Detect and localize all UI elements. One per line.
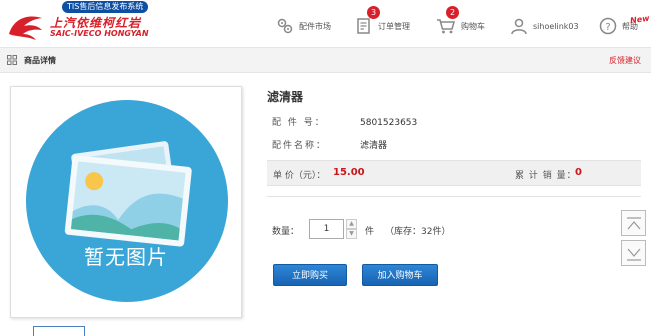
nav-user[interactable]: sihoelink03 bbox=[510, 14, 579, 38]
quantity-input[interactable] bbox=[309, 219, 344, 239]
nav-order-manage-label: 订单管理 bbox=[378, 21, 410, 31]
arrow-down-icon bbox=[627, 248, 641, 261]
order-count-badge: 3 bbox=[367, 6, 380, 19]
scroll-to-top-button[interactable] bbox=[621, 210, 646, 236]
hongyan-logo-icon bbox=[9, 16, 42, 40]
nav-cart[interactable]: 2 购物车 bbox=[436, 6, 485, 38]
sales-label: 累 计 销 量： bbox=[515, 171, 577, 181]
breadcrumb-bar: 商品详情 反馈建议 bbox=[0, 47, 651, 73]
product-image-panel[interactable]: 暂无图片 bbox=[10, 86, 242, 318]
scroll-to-bottom-button[interactable] bbox=[621, 240, 646, 266]
no-image-placeholder-icon bbox=[26, 100, 228, 302]
price-label: 单 价（元）： bbox=[273, 171, 326, 181]
gears-icon bbox=[277, 18, 293, 34]
feedback-link[interactable]: 反馈建议 bbox=[609, 55, 641, 66]
image-thumbnail[interactable] bbox=[33, 326, 85, 336]
part-number-label: 配 件 号： bbox=[272, 118, 326, 128]
order-icon bbox=[357, 18, 370, 34]
part-name-label: 配件名称： bbox=[272, 141, 328, 151]
help-icon: ? bbox=[599, 17, 617, 35]
quantity-increase-button[interactable]: ▲ bbox=[346, 219, 357, 229]
add-to-cart-button[interactable]: 加入购物车 bbox=[362, 264, 438, 286]
part-name-row: 配件名称： 滤清器 bbox=[272, 138, 387, 151]
part-name-value: 滤清器 bbox=[360, 141, 388, 151]
divider bbox=[267, 196, 641, 197]
user-icon bbox=[511, 18, 527, 35]
part-number-value: 5801523653 bbox=[360, 118, 418, 128]
nav-order-manage[interactable]: 3 订单管理 bbox=[355, 6, 410, 38]
no-image-text: 暂无图片 bbox=[84, 245, 168, 269]
sales-value: 0 bbox=[575, 167, 582, 178]
part-number-row: 配 件 号： 5801523653 bbox=[272, 115, 417, 128]
nav-parts-market[interactable]: 配件市场 bbox=[276, 14, 331, 38]
top-header: TIS售后信息发布系统 上汽依维柯红岩 SAIC-IVECO HONGYAN 配… bbox=[0, 0, 651, 47]
brand-logo[interactable]: TIS售后信息发布系统 上汽依维柯红岩 SAIC-IVECO HONGYAN bbox=[4, 0, 194, 47]
stock-info: （库存：32件） bbox=[385, 227, 451, 237]
quantity-decrease-button[interactable]: ▼ bbox=[346, 229, 357, 239]
price-bar: 单 价（元）： 15.00 累 计 销 量： 0 bbox=[267, 160, 641, 186]
nav-parts-market-label: 配件市场 bbox=[299, 21, 331, 31]
product-title: 滤清器 bbox=[267, 90, 304, 104]
brand-tagline: TIS售后信息发布系统 bbox=[62, 1, 149, 13]
new-flag: New bbox=[629, 13, 651, 26]
price-value: 15.00 bbox=[333, 167, 365, 178]
buy-now-button[interactable]: 立即购买 bbox=[273, 264, 347, 286]
arrow-up-icon bbox=[627, 217, 641, 230]
nav-cart-label: 购物车 bbox=[461, 21, 485, 31]
cart-icon bbox=[437, 19, 455, 34]
quantity-unit: 件 bbox=[365, 227, 375, 237]
grid-icon bbox=[7, 55, 17, 65]
svg-text:?: ? bbox=[605, 22, 610, 33]
nav-user-label: sihoelink03 bbox=[533, 21, 579, 31]
brand-name-en: SAIC-IVECO HONGYAN bbox=[50, 29, 149, 38]
quantity-label: 数量： bbox=[272, 227, 300, 237]
page-title: 商品详情 bbox=[24, 56, 56, 65]
cart-count-badge: 2 bbox=[446, 6, 459, 19]
